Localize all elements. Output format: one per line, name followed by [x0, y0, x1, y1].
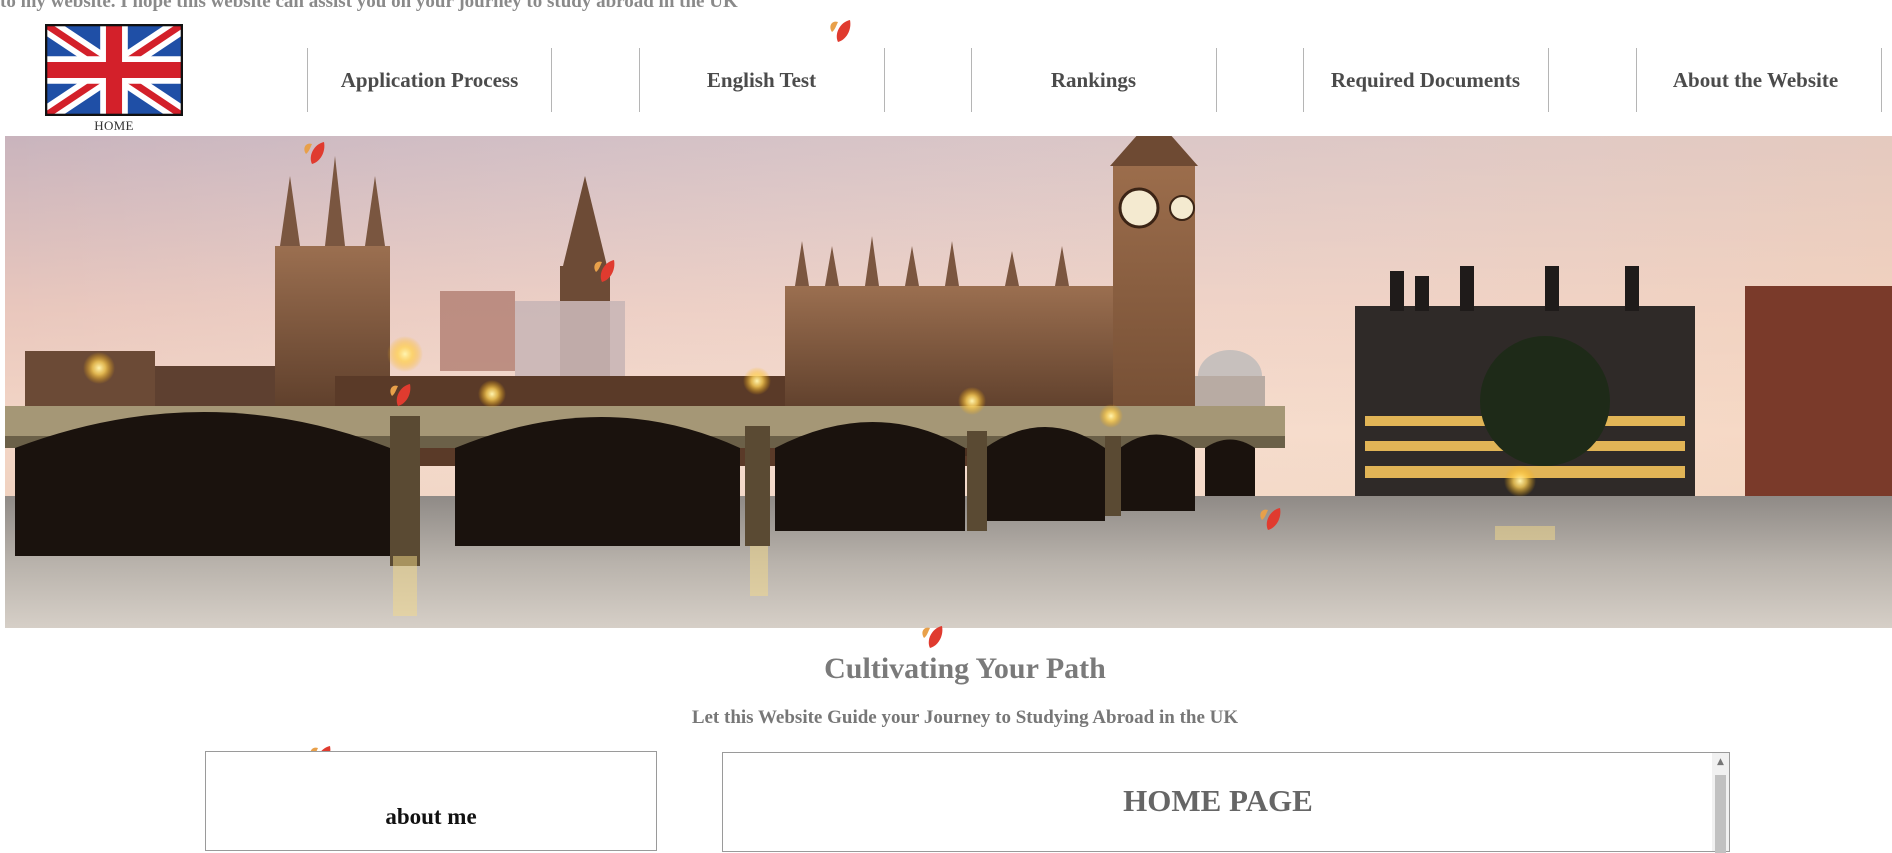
- nav-about-website[interactable]: About the Website: [1637, 48, 1874, 112]
- main-nav: Application Process English Test Ranking…: [0, 48, 1892, 112]
- home-label: HOME: [94, 118, 134, 133]
- falling-leaf-icon: [1252, 502, 1286, 532]
- falling-leaf-icon: [822, 14, 856, 44]
- nav-divider: [1548, 48, 1549, 112]
- nav-divider: [884, 48, 885, 112]
- nav-divider: [551, 48, 552, 112]
- falling-leaf-icon: [382, 378, 416, 408]
- marquee-welcome-text: to my website. I hope this website can a…: [0, 0, 738, 12]
- page-headline: Cultivating Your Path: [824, 652, 1106, 685]
- nav-divider: [1216, 48, 1217, 112]
- content-scrollbar[interactable]: ▲: [1712, 753, 1729, 853]
- falling-leaf-icon: [586, 254, 620, 284]
- westminster-skyline-illustration: [5, 136, 1892, 628]
- nav-application-process[interactable]: Application Process: [308, 48, 551, 112]
- home-page-title: HOME PAGE: [1123, 783, 1313, 818]
- nav-divider: [1881, 48, 1882, 112]
- home-page-panel: HOME PAGE ▲: [722, 752, 1730, 853]
- falling-leaf-icon: [914, 620, 948, 650]
- scroll-thumb[interactable]: [1715, 775, 1726, 853]
- page-subheadline: Let this Website Guide your Journey to S…: [691, 707, 1239, 728]
- scroll-up-arrow-icon[interactable]: ▲: [1712, 755, 1729, 769]
- about-me-title: about me: [385, 804, 477, 829]
- falling-leaf-icon: [296, 136, 330, 166]
- nav-rankings[interactable]: Rankings: [972, 48, 1215, 112]
- nav-required-documents[interactable]: Required Documents: [1304, 48, 1547, 112]
- nav-english-test[interactable]: English Test: [640, 48, 883, 112]
- about-me-panel: about me: [205, 751, 657, 851]
- hero-image: [5, 136, 1892, 628]
